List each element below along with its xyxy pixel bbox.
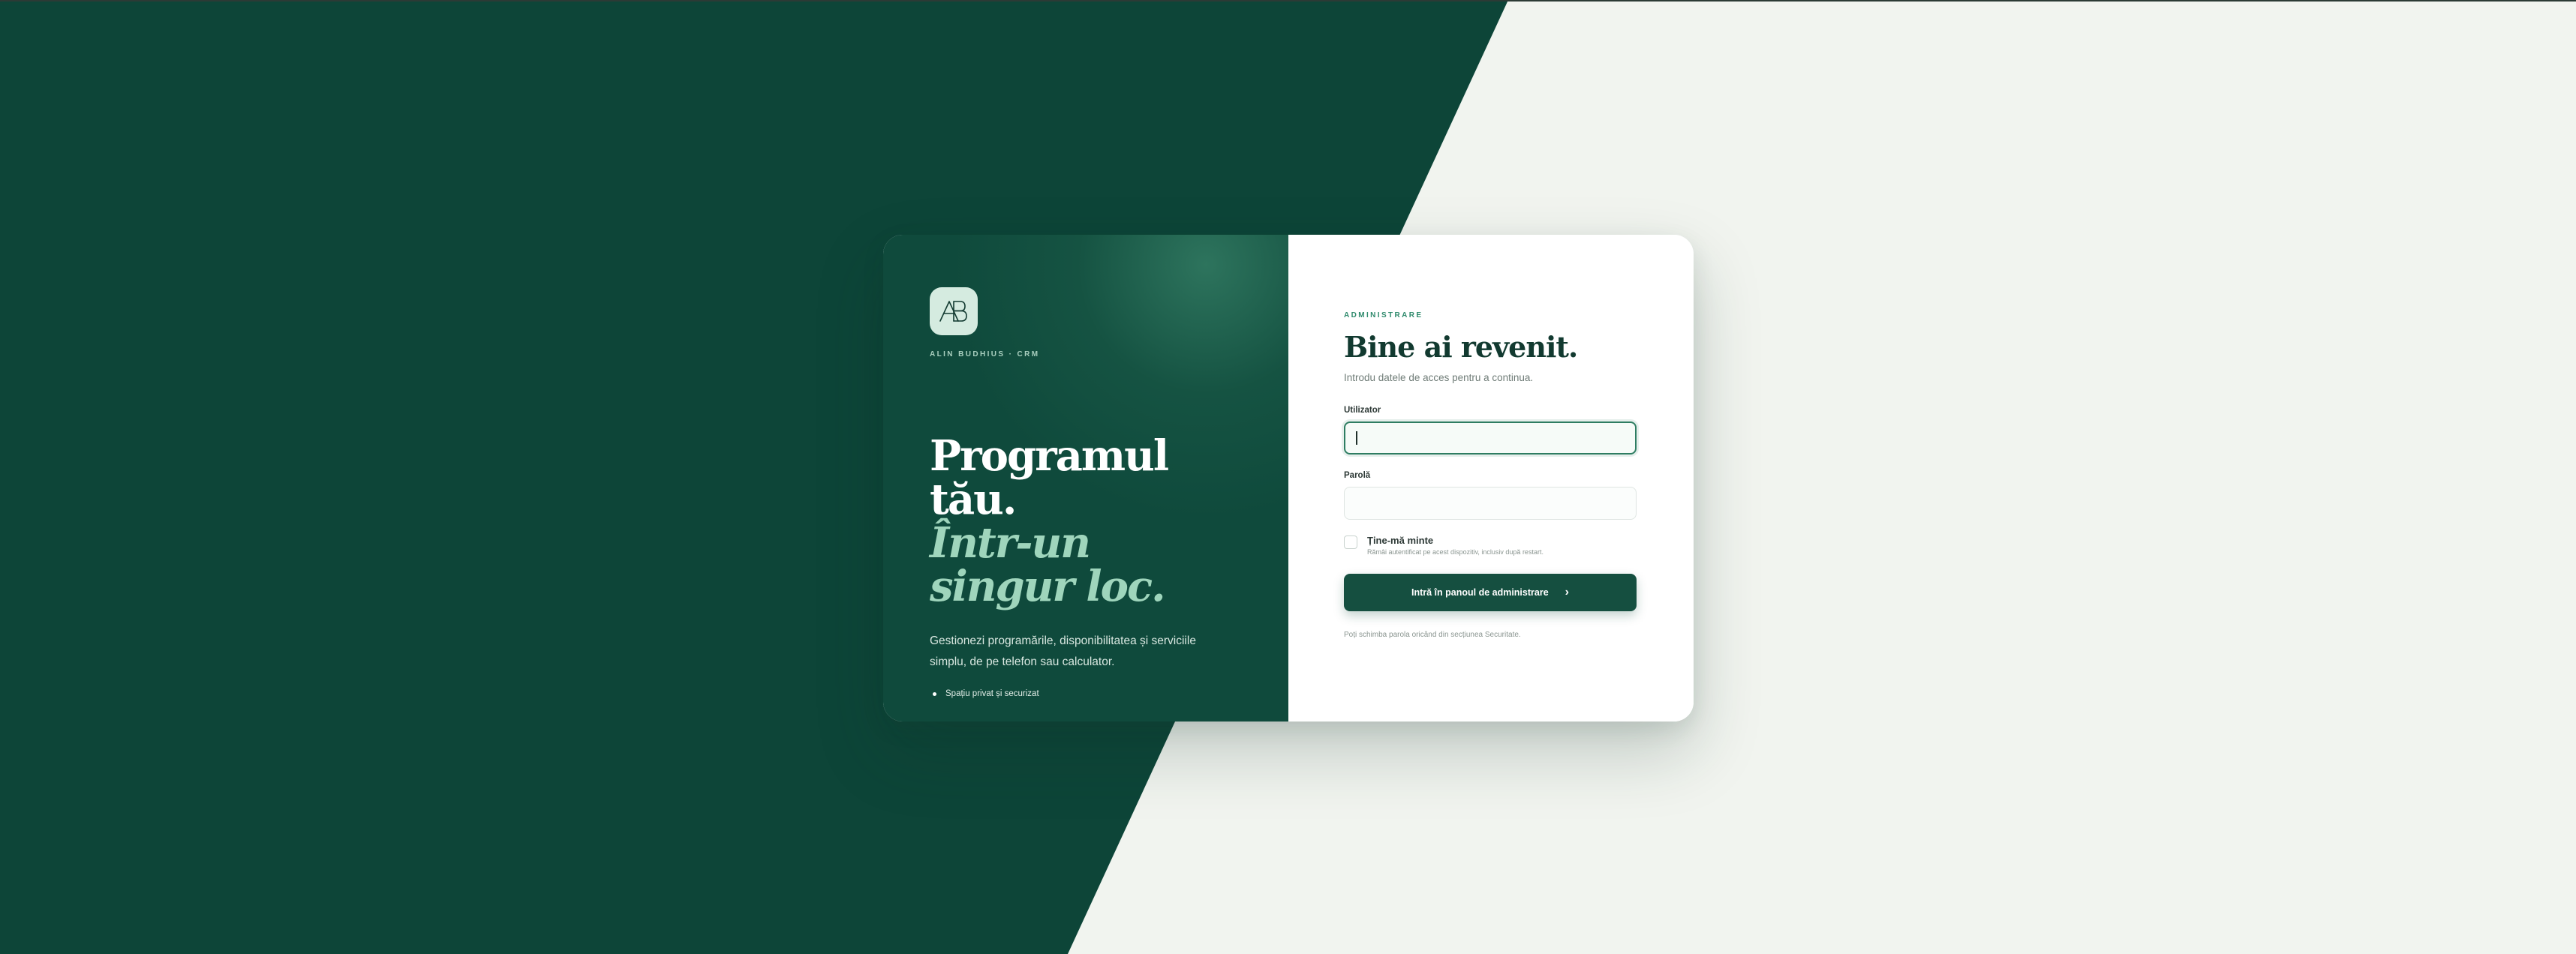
ab-monogram-icon bbox=[939, 301, 967, 322]
bullet-dot-icon bbox=[933, 692, 936, 696]
remember-me-hint: Rămâi autentificat pe acest dispozitiv, … bbox=[1367, 548, 1543, 556]
remember-me-row[interactable]: Ține-mă minte Rămâi autentificat pe aces… bbox=[1344, 535, 1638, 556]
text-caret bbox=[1356, 431, 1357, 445]
chevron-right-icon: › bbox=[1565, 586, 1569, 598]
headline-line-1: Programul tău. bbox=[930, 431, 1169, 524]
brand-logo bbox=[930, 287, 978, 335]
login-card: ALIN BUDHIUS · CRM Programul tău. Într-u… bbox=[883, 235, 1694, 722]
hero-headline: Programul tău. Într-un singur loc. bbox=[930, 434, 1242, 608]
top-border-line bbox=[0, 0, 2576, 2]
headline-line-2: Într-un singur loc. bbox=[930, 518, 1166, 611]
password-help-note: Poți schimba parola oricând din secțiune… bbox=[1344, 631, 1521, 639]
username-label: Utilizator bbox=[1344, 406, 1381, 415]
form-title: Bine ai revenit. bbox=[1344, 330, 1578, 364]
feature-bullet-text: Spațiu privat și securizat bbox=[945, 689, 1039, 698]
submit-button-label: Intră în panoul de administrare bbox=[1411, 587, 1549, 598]
form-eyebrow: ADMINISTRARE bbox=[1344, 311, 1423, 320]
password-label: Parolă bbox=[1344, 471, 1371, 480]
remember-me-label: Ține-mă minte bbox=[1367, 535, 1434, 546]
username-input[interactable] bbox=[1344, 422, 1637, 454]
password-input[interactable] bbox=[1344, 487, 1637, 520]
form-subtitle: Introdu datele de acces pentru a continu… bbox=[1344, 372, 1534, 383]
brand-panel: ALIN BUDHIUS · CRM Programul tău. Într-u… bbox=[883, 235, 1288, 722]
remember-me-checkbox[interactable] bbox=[1344, 536, 1357, 549]
login-form-panel: ADMINISTRARE Bine ai revenit. Introdu da… bbox=[1288, 235, 1694, 722]
hero-description: Gestionezi programările, disponibilitate… bbox=[930, 634, 1196, 668]
brand-name: ALIN BUDHIUS · CRM bbox=[930, 350, 1040, 358]
login-submit-button[interactable]: Intră în panoul de administrare › bbox=[1344, 574, 1637, 611]
feature-bullet: Spațiu privat și securizat bbox=[930, 689, 1242, 698]
